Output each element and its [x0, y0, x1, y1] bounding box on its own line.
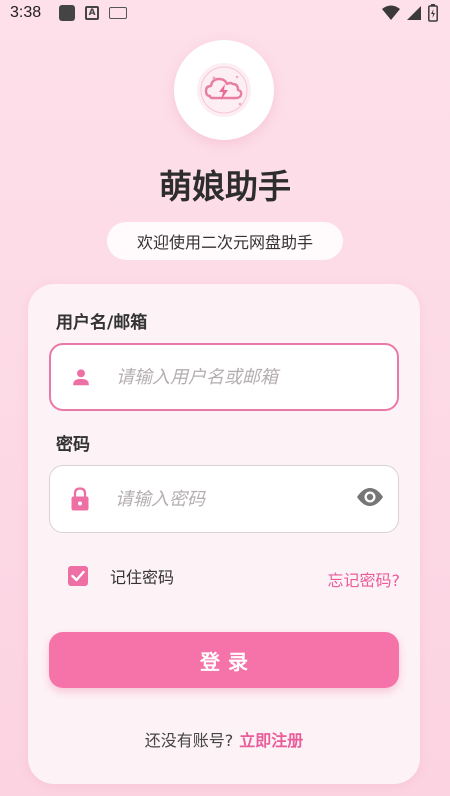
- cloud-lightning-icon: [197, 63, 251, 117]
- username-label: 用户名/邮箱: [56, 313, 148, 333]
- keyboard-icon: [109, 7, 128, 19]
- status-system-icons: [382, 4, 438, 22]
- app-notification-icon: [59, 5, 76, 21]
- status-bar: 3:38 A: [0, 0, 450, 26]
- status-time: 3:38: [10, 4, 42, 21]
- app-subtitle: 欢迎使用二次元网盘助手: [107, 222, 343, 260]
- password-input[interactable]: [115, 488, 335, 510]
- check-icon: [71, 570, 85, 582]
- register-row: 还没有账号? 立即注册: [28, 727, 420, 751]
- status-notification-icons: A: [59, 5, 128, 21]
- eye-icon[interactable]: [356, 487, 384, 511]
- password-field[interactable]: [49, 465, 399, 533]
- forgot-password-link[interactable]: 忘记密码?: [328, 567, 401, 591]
- register-prompt: 还没有账号?: [144, 731, 234, 750]
- person-icon: [68, 364, 94, 390]
- login-card: 用户名/邮箱 密码: [28, 284, 420, 784]
- wifi-icon: [382, 5, 400, 20]
- login-button[interactable]: 登录: [49, 632, 399, 688]
- password-label: 密码: [56, 435, 90, 455]
- signal-icon: [407, 6, 421, 20]
- register-link[interactable]: 立即注册: [239, 731, 303, 750]
- battery-icon: [428, 4, 438, 22]
- app-title: 萌娘助手: [159, 167, 291, 206]
- app-logo: [174, 40, 274, 140]
- username-field[interactable]: [49, 343, 399, 411]
- username-input[interactable]: [116, 366, 336, 388]
- lock-icon: [67, 486, 93, 512]
- remember-password-row[interactable]: 记住密码: [68, 564, 174, 588]
- remember-checkbox[interactable]: [68, 566, 88, 586]
- input-method-icon: A: [85, 6, 100, 20]
- remember-label: 记住密码: [110, 568, 175, 587]
